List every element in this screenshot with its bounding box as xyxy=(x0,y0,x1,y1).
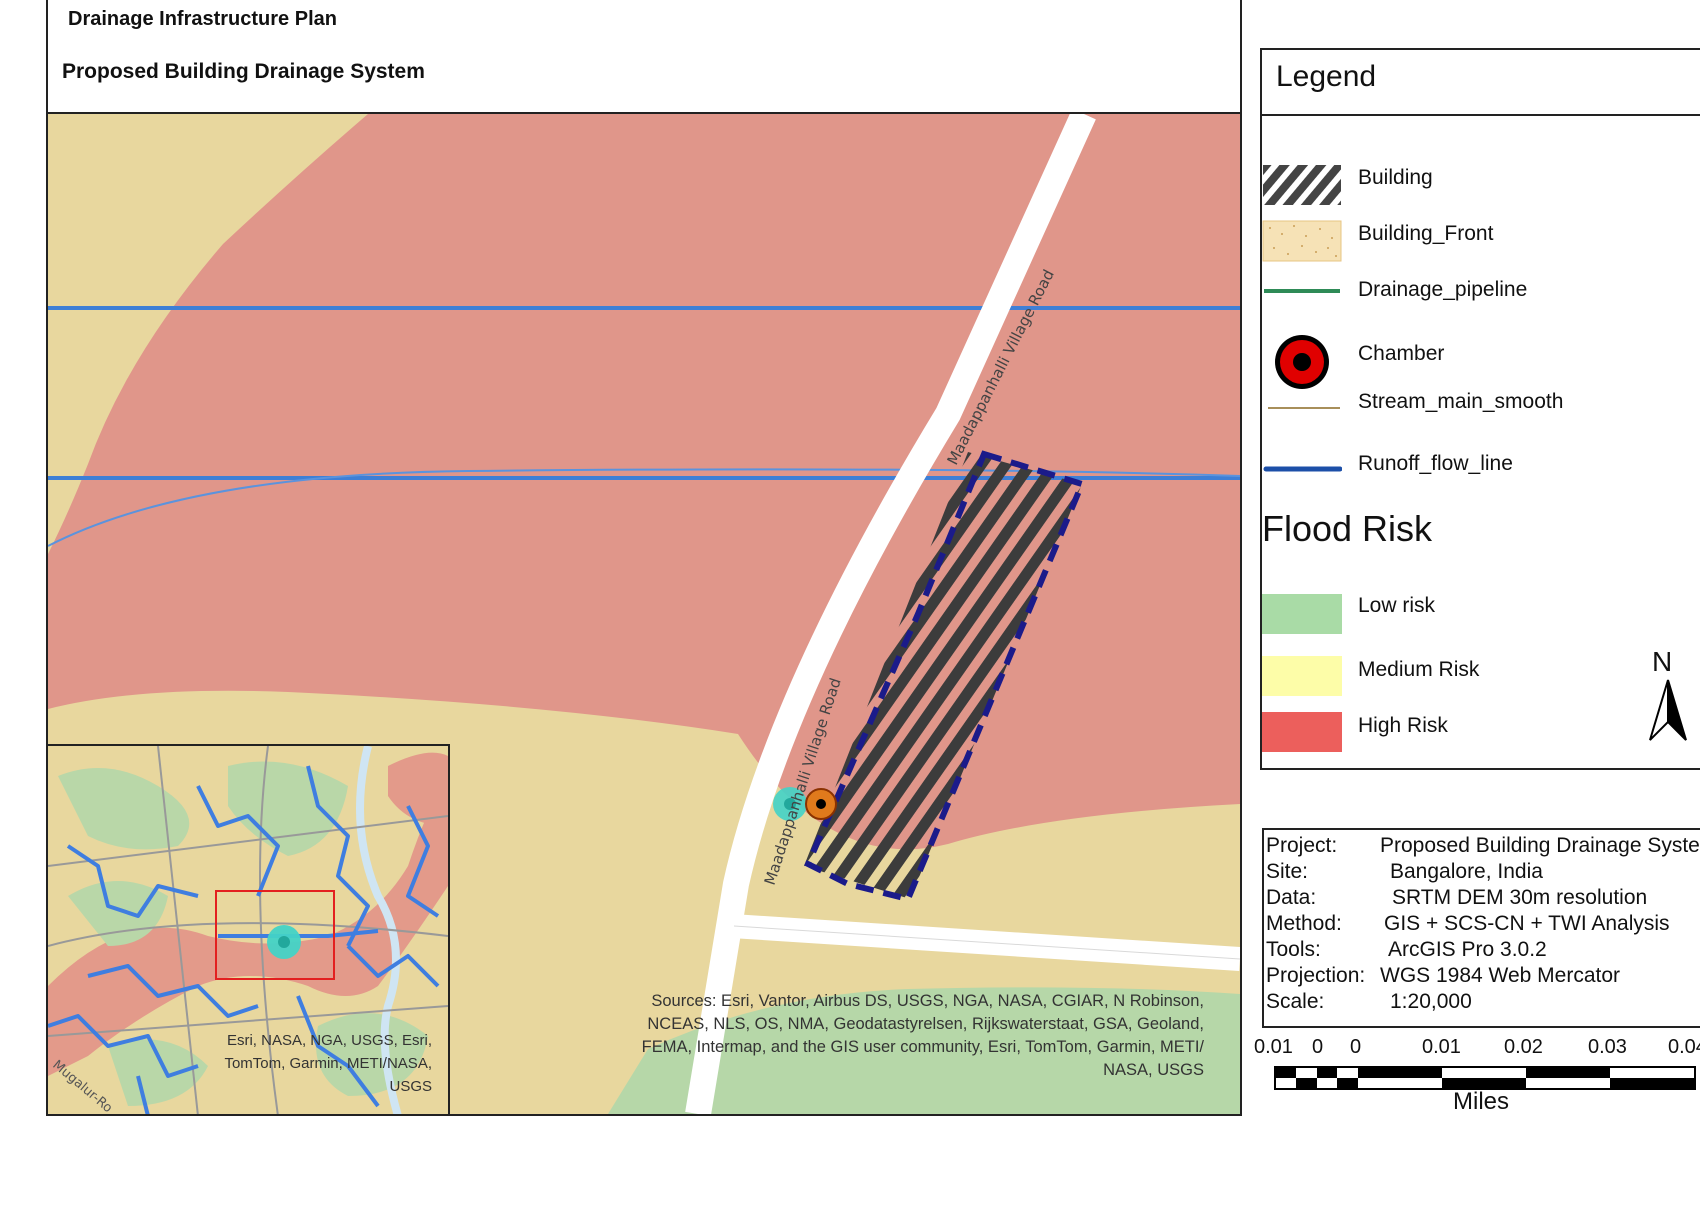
legend-label-low-risk: Low risk xyxy=(1358,594,1436,617)
medium-risk-swatch xyxy=(1262,656,1342,696)
map-sources-credit: Sources: Esri, Vantor, Airbus DS, USGS, … xyxy=(641,992,1204,1079)
flood-risk-title: Flood Risk xyxy=(1262,508,1433,549)
scale-tick-label: 0.01 xyxy=(1422,1036,1461,1058)
north-arrow-label: N xyxy=(1652,646,1673,677)
legend-label-high-risk: High Risk xyxy=(1358,714,1448,737)
scale-tick-label: 0.02 xyxy=(1504,1036,1543,1058)
stream-legend-icon xyxy=(1268,407,1340,409)
scale-tick-label: 0 xyxy=(1350,1036,1362,1058)
legend-label-building: Building xyxy=(1358,166,1433,189)
info-key: Site: xyxy=(1266,860,1309,883)
scale-bar: 0.01 0 0 0.01 0.02 0.03 0.04 Miles xyxy=(1250,1036,1700,1116)
subtitle-box: Proposed Building Drainage System xyxy=(46,48,1242,114)
info-value: SRTM DEM 30m resolution xyxy=(1392,886,1648,909)
legend-panel: Legend Building Building_Front Drainage_… xyxy=(1260,48,1700,770)
info-key: Scale: xyxy=(1266,990,1325,1013)
info-value: Proposed Building Drainage System xyxy=(1380,834,1700,857)
legend-divider xyxy=(1262,114,1700,116)
inset-credit: Esri, NASA, NGA, USGS, Esri, TomTom, Gar… xyxy=(224,1032,432,1095)
main-map[interactable]: Maadappanhalli Village Road Maadappanhal… xyxy=(46,112,1242,1116)
info-value: Bangalore, India xyxy=(1390,860,1543,883)
info-key: Data: xyxy=(1266,886,1317,909)
runoff-legend-icon xyxy=(1263,466,1342,472)
scale-tick-label: 0 xyxy=(1312,1036,1324,1058)
inset-map[interactable]: Mugalur-Ro Esri, NASA, NGA, USGS, Esri, … xyxy=(48,744,450,1114)
legend-label-stream: Stream_main_smooth xyxy=(1358,390,1564,413)
legend-title: Legend xyxy=(1276,60,1377,93)
high-risk-swatch xyxy=(1262,712,1342,752)
building-legend-icon xyxy=(1263,165,1341,205)
info-value: 1:20,000 xyxy=(1390,990,1472,1013)
chamber-legend-icon xyxy=(1275,335,1329,389)
map-subtitle: Proposed Building Drainage System xyxy=(62,60,425,83)
info-value: ArcGIS Pro 3.0.2 xyxy=(1388,938,1547,961)
scale-tick-label: 0.03 xyxy=(1588,1036,1627,1058)
info-value: WGS 1984 Web Mercator xyxy=(1380,964,1621,987)
scale-tick-label: 0.04 xyxy=(1668,1036,1700,1058)
legend-label-runoff: Runoff_flow_line xyxy=(1358,452,1513,475)
scale-unit-label: Miles xyxy=(1453,1088,1510,1115)
legend-label-medium-risk: Medium Risk xyxy=(1358,658,1480,681)
drainage-pipeline-legend-icon xyxy=(1264,289,1340,293)
title-box: Drainage Infrastructure Plan xyxy=(46,0,1242,50)
legend-label-building-front: Building_Front xyxy=(1358,222,1494,245)
info-key: Method: xyxy=(1266,912,1342,935)
info-key: Project: xyxy=(1266,834,1338,857)
info-value: GIS + SCS-CN + TWI Analysis xyxy=(1384,912,1670,935)
info-key: Projection: xyxy=(1266,964,1366,987)
north-arrow-icon xyxy=(1649,679,1687,741)
legend-label-chamber: Chamber xyxy=(1358,342,1445,365)
low-risk-swatch xyxy=(1262,594,1342,634)
building-front-legend-icon xyxy=(1262,220,1342,262)
scale-tick-label: 0.01 xyxy=(1254,1036,1293,1058)
map-info-panel: Project: Proposed Building Drainage Syst… xyxy=(1262,828,1700,1028)
legend-label-drainage-pipeline: Drainage_pipeline xyxy=(1358,278,1528,301)
map-title: Drainage Infrastructure Plan xyxy=(68,8,337,30)
info-key: Tools: xyxy=(1266,938,1321,961)
chamber-marker-core xyxy=(816,799,826,809)
